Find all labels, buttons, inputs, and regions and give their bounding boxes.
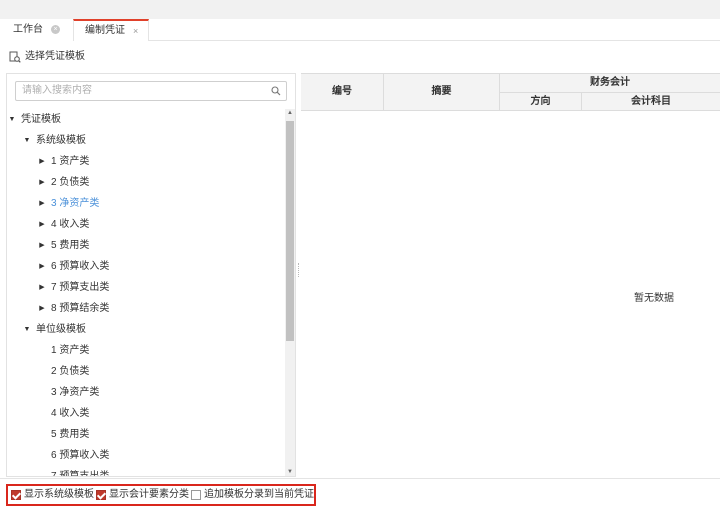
tree-node-root[interactable]: ▼ 凭证模板 xyxy=(7,109,286,130)
empty-data-message: 暂无数据 xyxy=(634,293,674,304)
caret-right-icon[interactable]: ▶ xyxy=(38,298,46,319)
tree-node-system-item[interactable]: ▶ 4 收入类 xyxy=(7,214,286,235)
tree-node-unit-item[interactable]: 4 收入类 xyxy=(7,403,286,424)
search-icon[interactable] xyxy=(271,86,281,96)
select-template-button[interactable]: 选择凭证模板 xyxy=(9,49,85,65)
options-bar: 显示系统级模板 显示会计要素分类 追加模板分录到当前凭证 xyxy=(0,478,720,511)
tab-edit-voucher[interactable]: 编制凭证 × xyxy=(73,19,149,41)
tree-node-unit-item[interactable]: 1 资产类 xyxy=(7,340,286,361)
column-header-number[interactable]: 编号 xyxy=(301,74,384,111)
voucher-grid: 编号 摘要 财务会计 方向 会计科目 暂无数据 xyxy=(301,73,720,477)
tree-node-system-item[interactable]: ▶ 5 费用类 xyxy=(7,235,286,256)
column-header-account[interactable]: 会计科目 xyxy=(582,93,720,111)
caret-right-icon[interactable]: ▶ xyxy=(38,172,46,193)
top-bar xyxy=(0,0,720,19)
append-entries-checkbox[interactable] xyxy=(191,490,201,500)
tree-node-system-item-selected[interactable]: ▶ 3 净资产类 xyxy=(7,193,286,214)
tree-node-unit-item[interactable]: 6 预算收入类 xyxy=(7,445,286,466)
caret-down-icon[interactable]: ▼ xyxy=(8,109,16,130)
show-element-category-option[interactable]: 显示会计要素分类 xyxy=(96,488,189,502)
template-tree: ▼ 凭证模板 ▼ 系统级模板 ▶ 1 资产类 ▶ 2 负债类 ▶ 3 净资产类 … xyxy=(7,109,286,476)
tree-node-unit-item[interactable]: 3 净资产类 xyxy=(7,382,286,403)
append-entries-option[interactable]: 追加模板分录到当前凭证 xyxy=(191,488,314,502)
tab-bar: 工作台 × 编制凭证 × xyxy=(0,19,720,41)
caret-down-icon[interactable]: ▼ xyxy=(23,319,31,340)
tree-node-system-item[interactable]: ▶ 6 预算收入类 xyxy=(7,256,286,277)
template-tree-panel: ▼ 凭证模板 ▼ 系统级模板 ▶ 1 资产类 ▶ 2 负债类 ▶ 3 净资产类 … xyxy=(6,73,296,477)
show-system-templates-option[interactable]: 显示系统级模板 xyxy=(11,488,94,502)
tree-node-unit-item[interactable]: 7 预算支出类 xyxy=(7,466,286,476)
search-input[interactable] xyxy=(22,82,262,100)
tab-label: 工作台 xyxy=(13,24,43,35)
tree-scrollbar[interactable]: ▲ ▼ xyxy=(285,109,295,476)
caret-right-icon[interactable]: ▶ xyxy=(38,256,46,277)
caret-down-icon[interactable]: ▼ xyxy=(23,130,31,151)
column-header-summary[interactable]: 摘要 xyxy=(384,74,500,111)
close-icon[interactable]: × xyxy=(51,25,60,34)
tab-workbench[interactable]: 工作台 × xyxy=(0,19,73,41)
tree-node-system-item[interactable]: ▶ 1 资产类 xyxy=(7,151,286,172)
template-search-icon xyxy=(9,51,21,63)
caret-right-icon[interactable]: ▶ xyxy=(38,193,46,214)
show-system-templates-checkbox[interactable] xyxy=(11,490,21,500)
scroll-thumb[interactable] xyxy=(286,121,294,341)
caret-right-icon[interactable]: ▶ xyxy=(38,235,46,256)
close-icon[interactable]: × xyxy=(133,21,138,41)
tree-node-unit-item[interactable]: 5 费用类 xyxy=(7,424,286,445)
column-group-financial-accounting: 财务会计 xyxy=(500,74,720,93)
column-header-direction[interactable]: 方向 xyxy=(500,93,582,111)
scroll-up-icon[interactable]: ▲ xyxy=(285,110,295,116)
caret-right-icon[interactable]: ▶ xyxy=(38,214,46,235)
select-template-label: 选择凭证模板 xyxy=(25,51,85,62)
tree-node-unit-templates[interactable]: ▼ 单位级模板 xyxy=(7,319,286,340)
tree-node-system-templates[interactable]: ▼ 系统级模板 xyxy=(7,130,286,151)
show-element-category-checkbox[interactable] xyxy=(96,490,106,500)
tree-node-system-item[interactable]: ▶ 8 预算结余类 xyxy=(7,298,286,319)
scroll-down-icon[interactable]: ▼ xyxy=(285,469,295,475)
caret-right-icon[interactable]: ▶ xyxy=(38,277,46,298)
tab-label: 编制凭证 xyxy=(85,25,125,36)
caret-right-icon[interactable]: ▶ xyxy=(38,151,46,172)
tree-node-system-item[interactable]: ▶ 7 预算支出类 xyxy=(7,277,286,298)
tree-node-unit-item[interactable]: 2 负债类 xyxy=(7,361,286,382)
tree-node-system-item[interactable]: ▶ 2 负债类 xyxy=(7,172,286,193)
search-box xyxy=(15,81,287,101)
splitter-grip xyxy=(298,263,299,277)
